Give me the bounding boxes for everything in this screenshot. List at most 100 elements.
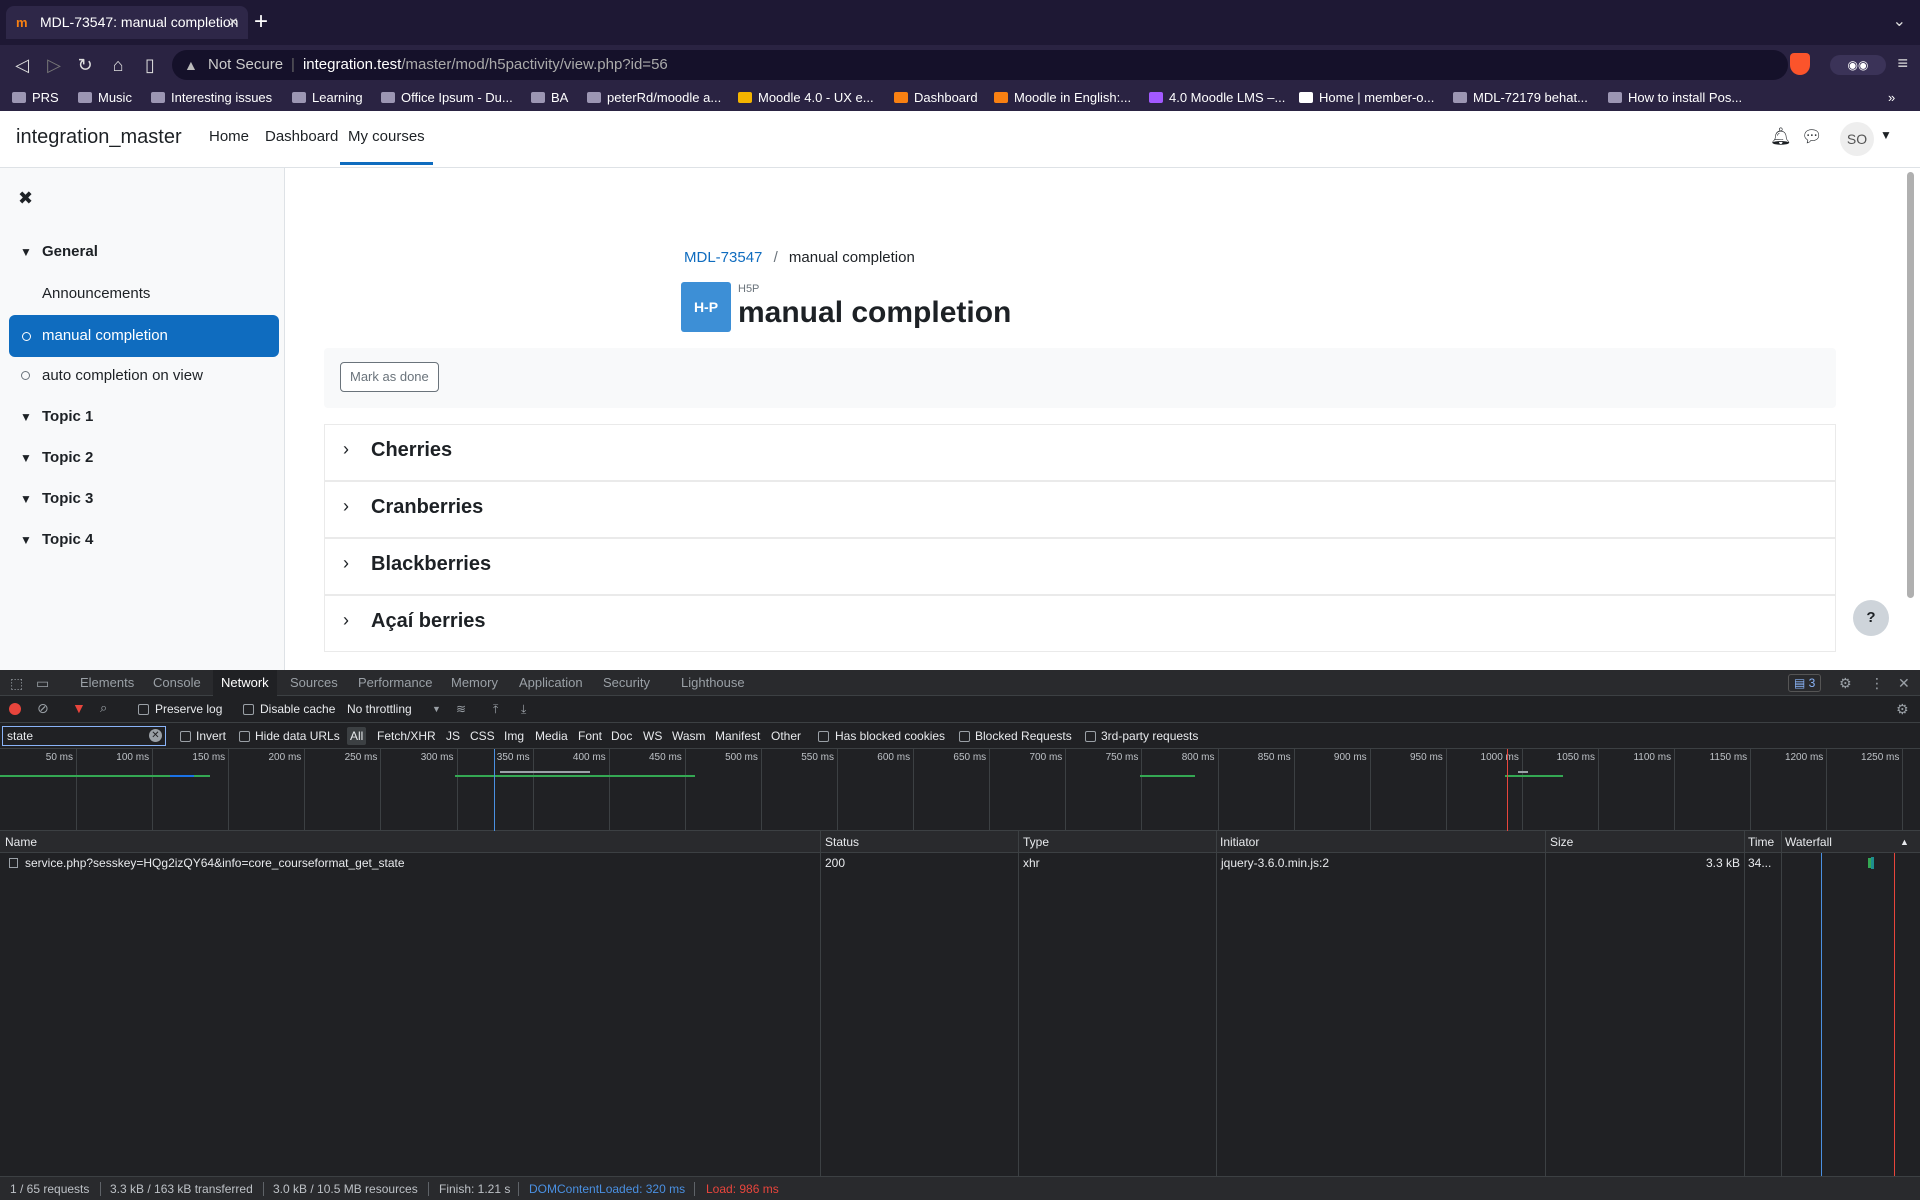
tab-elements[interactable]: Elements [80,670,134,696]
chevron-down-icon[interactable]: ⌄ [1893,11,1906,31]
bookmark-item[interactable]: Learning [292,85,363,111]
request-initiator-link[interactable]: jquery-3.6.0.min.js:2 [1221,856,1329,870]
nav-my-courses[interactable]: My courses [340,111,433,165]
activity-manual-completion[interactable]: manual completion [9,315,279,357]
bookmark-item[interactable]: Home | member-o... [1299,85,1434,111]
bookmark-item[interactable]: Dashboard [894,85,978,111]
avatar[interactable]: SO [1840,122,1874,156]
close-icon[interactable]: ✕ [1898,675,1910,692]
accordion-item[interactable]: › Cherries [324,424,1836,481]
chat-icon[interactable]: 💬︎ [1801,127,1823,147]
column-divider[interactable] [820,831,821,1176]
site-name[interactable]: integration_master [16,111,182,163]
export-icon[interactable]: ⤓ [521,696,526,722]
filter-input[interactable]: state ✕ [2,726,166,746]
filter-type-wasm[interactable]: Wasm [672,723,706,749]
nav-dashboard[interactable]: Dashboard [265,111,338,163]
help-button[interactable]: ? [1853,600,1889,636]
close-tab-icon[interactable]: × [229,6,238,39]
mark-as-done-button[interactable]: Mark as done [340,362,439,392]
brave-shield-icon[interactable] [1790,53,1810,75]
gear-icon[interactable]: ⚙ [1896,696,1909,722]
bookmark-icon[interactable]: ▯ [138,53,162,77]
forward-icon[interactable]: ▷ [42,53,66,77]
tab-application[interactable]: Application [519,670,583,696]
search-icon[interactable]: ⌕ [100,700,107,716]
hamburger-menu-icon[interactable]: ≡ [1897,53,1908,74]
issues-badge[interactable]: ▤ 3 [1788,674,1822,692]
extension-icon[interactable]: ◉◉ [1830,55,1886,75]
activity-announcements[interactable]: Announcements [42,285,150,302]
hide-data-urls-checkbox[interactable] [239,731,250,742]
filter-type-media[interactable]: Media [535,723,568,749]
tab-lighthouse[interactable]: Lighthouse [681,670,745,696]
section-topic-3[interactable]: ▼ Topic 3 [20,490,93,507]
preserve-log-checkbox[interactable] [138,704,149,715]
column-divider[interactable] [1781,831,1782,1176]
filter-type-ws[interactable]: WS [643,723,662,749]
chevron-down-icon[interactable]: ▼ [1880,128,1892,142]
back-icon[interactable]: ◁ [10,53,34,77]
invert-checkbox[interactable] [180,731,191,742]
bookmark-item[interactable]: peterRd/moodle a... [587,85,721,111]
section-topic-1[interactable]: ▼ Topic 1 [20,408,93,425]
col-size[interactable]: Size [1550,831,1573,853]
bookmarks-overflow-icon[interactable]: » [1888,85,1895,111]
column-divider[interactable] [1018,831,1019,1176]
tab-memory[interactable]: Memory [451,670,498,696]
accordion-item[interactable]: › Cranberries [324,481,1836,538]
device-toolbar-icon[interactable]: ▭ [36,675,49,692]
tab-network[interactable]: Network [213,670,277,696]
section-general[interactable]: ▼ General [20,243,98,260]
request-name[interactable]: service.php?sesskey=HQg2izQY64&info=core… [25,853,405,873]
import-icon[interactable]: ⤒ [493,696,498,722]
tab-security[interactable]: Security [603,670,650,696]
accordion-item[interactable]: › Blackberries [324,538,1836,595]
col-type[interactable]: Type [1023,831,1049,853]
close-icon[interactable]: ✖ [18,188,33,209]
more-icon[interactable]: ⋮ [1870,675,1884,692]
col-name[interactable]: Name [5,831,37,853]
accordion-item[interactable]: › Açaí berries [324,595,1836,652]
bell-icon[interactable]: 🔔︎ [1770,127,1792,147]
col-time[interactable]: Time [1748,831,1774,853]
filter-type-js[interactable]: JS [446,723,460,749]
col-initiator[interactable]: Initiator [1220,831,1259,853]
bookmark-item[interactable]: BA [531,85,568,111]
bookmark-item[interactable]: MDL-72179 behat... [1453,85,1588,111]
column-divider[interactable] [1545,831,1546,1176]
tab-console[interactable]: Console [153,670,201,696]
inspect-icon[interactable]: ⬚ [10,675,23,692]
filter-type-fetch-xhr[interactable]: Fetch/XHR [377,723,436,749]
network-overview-timeline[interactable]: 50 ms 100 ms 150 ms 200 ms 250 ms 300 ms 350 m… [0,749,1920,831]
bookmark-item[interactable]: How to install Pos... [1608,85,1742,111]
clear-icon[interactable]: ⊘ [37,700,49,717]
wifi-icon[interactable]: ≋ [456,696,466,722]
new-tab-icon[interactable]: + [254,8,268,36]
third-party-checkbox[interactable] [1085,731,1096,742]
filter-type-all[interactable]: All [347,727,367,745]
nav-home[interactable]: Home [209,111,249,163]
record-icon[interactable] [9,703,21,715]
throttling-select[interactable]: No throttling [347,696,412,722]
bookmark-item[interactable]: Office Ipsum - Du... [381,85,513,111]
section-topic-2[interactable]: ▼ Topic 2 [20,449,93,466]
tab-performance[interactable]: Performance [358,670,432,696]
breadcrumb-course-link[interactable]: MDL-73547 [684,249,762,266]
page-scrollbar[interactable] [1907,172,1914,598]
filter-type-css[interactable]: CSS [470,723,495,749]
browser-tab[interactable]: m MDL-73547: manual completion × [6,6,248,39]
bookmark-item[interactable]: 4.0 Moodle LMS –... [1149,85,1285,111]
has-blocked-cookies-checkbox[interactable] [818,731,829,742]
filter-icon[interactable]: ▼ [72,700,86,716]
bookmark-item[interactable]: PRS [12,85,59,111]
filter-type-font[interactable]: Font [578,723,602,749]
gear-icon[interactable]: ⚙ [1839,675,1852,692]
bookmark-item[interactable]: Interesting issues [151,85,272,111]
filter-type-other[interactable]: Other [771,723,801,749]
col-status[interactable]: Status [825,831,859,853]
filter-type-doc[interactable]: Doc [611,723,632,749]
filter-type-img[interactable]: Img [504,723,524,749]
column-divider[interactable] [1744,831,1745,1176]
reload-icon[interactable]: ↻ [73,53,97,77]
